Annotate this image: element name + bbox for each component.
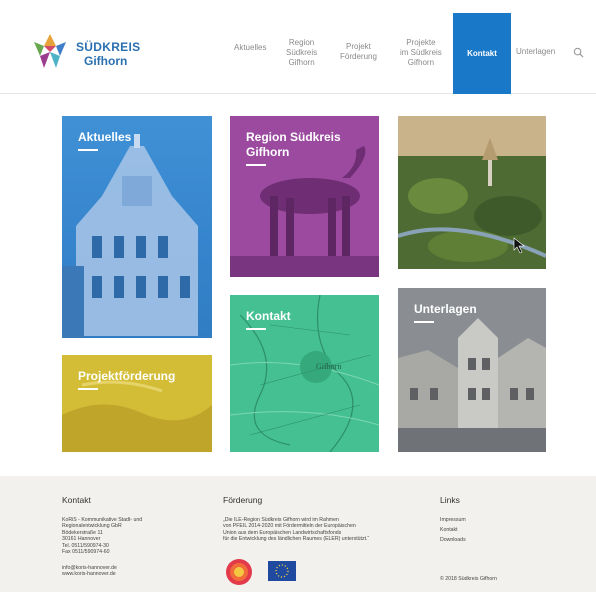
landscape-image (398, 116, 546, 269)
tile-underline (246, 328, 266, 330)
tile-aktuelles[interactable]: Aktuelles (62, 116, 212, 338)
tile-underline (246, 164, 266, 166)
leader-logo-icon (226, 559, 252, 585)
footer-links-heading: Links (440, 495, 460, 505)
nav-item-region[interactable]: Region Südkreis Gifhorn (278, 38, 325, 68)
footer-kontakt-heading: Kontakt (62, 495, 91, 505)
nav-item-projekte[interactable]: Projekte im Südkreis Gifhorn (392, 38, 450, 68)
search-icon[interactable] (573, 47, 584, 58)
tile-unterlagen[interactable]: Unterlagen (398, 288, 546, 452)
site-header: SÜDKREIS Gifhorn Aktuelles Region Südkre… (0, 0, 596, 94)
nav-item-unterlagen[interactable]: Unterlagen (508, 47, 563, 57)
eu-flag-icon (268, 561, 296, 581)
tile-underline (78, 149, 98, 151)
footer-link-impressum[interactable]: Impressum (440, 517, 466, 523)
tile-underline (414, 321, 434, 323)
tile-title: Aktuelles (78, 130, 132, 144)
footer-link-kontakt[interactable]: Kontakt (440, 527, 458, 533)
tile-title: Region Südkreis Gifhorn (246, 130, 341, 159)
tile-region[interactable]: Region Südkreis Gifhorn (230, 116, 379, 277)
tile-kontakt[interactable]: Gifhorn Kontakt (230, 295, 379, 452)
logo-text-line2: Gifhorn (84, 54, 128, 68)
footer-kontakt-links[interactable]: info@koris-hannover.de www.koris-hannove… (62, 565, 212, 578)
tile-photo[interactable] (398, 116, 546, 269)
tile-title: Unterlagen (414, 302, 477, 316)
tile-title: Projektförderung (78, 369, 176, 383)
logo[interactable]: SÜDKREIS Gifhorn (30, 32, 140, 76)
site-footer: Kontakt KoRiS - Kommunikative Stadt- und… (0, 476, 596, 592)
nav-item-kontakt[interactable]: Kontakt (453, 13, 511, 94)
tile-projektfoerderung[interactable]: Projektförderung (62, 355, 212, 452)
footer-foerderung-text: „Die ILE-Region Südkreis Gifhorn wird im… (223, 517, 370, 543)
footer-copyright: © 2018 Südkreis Gifhorn (440, 576, 497, 582)
map-label: Gifhorn (316, 362, 342, 371)
tile-title: Kontakt (246, 309, 291, 323)
tile-underline (78, 388, 98, 390)
nav-item-projekt-foerderung[interactable]: Projekt Förderung (332, 42, 385, 62)
nav-item-aktuelles[interactable]: Aktuelles (226, 43, 274, 53)
footer-link-downloads[interactable]: Downloads (440, 537, 466, 543)
logo-icon (34, 34, 66, 68)
footer-foerderung-heading: Förderung (223, 495, 263, 505)
logo-text-line1: SÜDKREIS (76, 40, 141, 54)
footer-kontakt-address: KoRiS - Kommunikative Stadt- und Regiona… (62, 517, 143, 556)
